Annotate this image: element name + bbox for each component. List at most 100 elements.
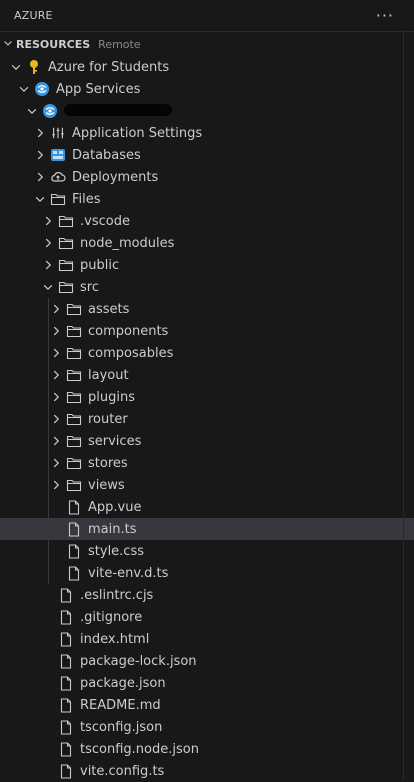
tree-item-label: layout bbox=[88, 367, 129, 383]
tree-file-item[interactable]: App.vue bbox=[0, 496, 414, 518]
folder-icon bbox=[66, 430, 82, 452]
chevron-down-icon[interactable] bbox=[16, 78, 32, 100]
tree-item-label bbox=[64, 103, 172, 120]
redacted-name bbox=[64, 103, 172, 116]
file-icon bbox=[66, 540, 82, 562]
tree-file-item[interactable]: tsconfig.json bbox=[0, 716, 414, 738]
tree-item-label: public bbox=[80, 257, 120, 273]
tree-file-item[interactable]: package-lock.json bbox=[0, 650, 414, 672]
file-icon bbox=[66, 518, 82, 540]
tree-folder-item[interactable]: node_modules bbox=[0, 232, 414, 254]
tree-item[interactable]: App Services bbox=[0, 78, 414, 100]
tree-folder-item[interactable]: views bbox=[0, 474, 414, 496]
tree-folder-item[interactable]: Files bbox=[0, 188, 414, 210]
folder-icon bbox=[58, 210, 74, 232]
panel-title: AZURE bbox=[14, 8, 53, 22]
file-icon bbox=[58, 672, 74, 694]
tree-file-item[interactable]: tsconfig.node.json bbox=[0, 738, 414, 760]
chevron-down-icon[interactable] bbox=[40, 276, 56, 298]
tree-file-item[interactable]: .eslintrc.cjs bbox=[0, 584, 414, 606]
resources-section-header[interactable]: RESOURCES Remote bbox=[0, 31, 414, 56]
azure-panel-header: AZURE ··· bbox=[0, 0, 414, 30]
chevron-right-icon[interactable] bbox=[48, 320, 64, 342]
tree-folder-item[interactable]: stores bbox=[0, 452, 414, 474]
chevron-down-icon[interactable] bbox=[32, 188, 48, 210]
chevron-right-icon[interactable] bbox=[32, 144, 48, 166]
chevron-right-icon[interactable] bbox=[48, 408, 64, 430]
tree-folder-item[interactable]: components bbox=[0, 320, 414, 342]
chevron-right-icon[interactable] bbox=[40, 232, 56, 254]
chevron-right-icon[interactable] bbox=[48, 430, 64, 452]
file-icon bbox=[58, 738, 74, 760]
file-icon bbox=[58, 584, 74, 606]
file-icon bbox=[58, 650, 74, 672]
tree-item-label: .gitignore bbox=[80, 609, 143, 625]
chevron-right-icon[interactable] bbox=[48, 298, 64, 320]
tree-item-label: tsconfig.json bbox=[80, 719, 163, 735]
tree-folder-item[interactable]: src bbox=[0, 276, 414, 298]
file-icon bbox=[66, 496, 82, 518]
scrollbar-track[interactable] bbox=[403, 30, 414, 781]
chevron-down-icon[interactable] bbox=[8, 56, 24, 78]
chevron-right-icon[interactable] bbox=[48, 342, 64, 364]
tree-item-label: Databases bbox=[72, 147, 141, 163]
tree-item[interactable]: Deployments bbox=[0, 166, 414, 188]
chevron-right-icon[interactable] bbox=[48, 386, 64, 408]
tree-item-label: composables bbox=[88, 345, 174, 361]
key-icon bbox=[26, 56, 42, 78]
folder-icon bbox=[58, 254, 74, 276]
chevron-right-icon[interactable] bbox=[48, 452, 64, 474]
tree-folder-item[interactable]: public bbox=[0, 254, 414, 276]
tree-item-label: package.json bbox=[80, 675, 166, 691]
tree-file-item[interactable]: main.ts bbox=[0, 518, 414, 540]
tree-folder-item[interactable]: composables bbox=[0, 342, 414, 364]
tree-file-item[interactable]: vite-env.d.ts bbox=[0, 562, 414, 584]
tree-item-label: style.css bbox=[88, 543, 144, 559]
tree-file-item[interactable]: index.html bbox=[0, 628, 414, 650]
section-title: RESOURCES bbox=[16, 37, 91, 51]
tree-file-item[interactable]: style.css bbox=[0, 540, 414, 562]
tree-file-item[interactable]: vite.config.ts bbox=[0, 760, 414, 782]
tree-folder-item[interactable]: router bbox=[0, 408, 414, 430]
tree-item-label: main.ts bbox=[88, 521, 137, 537]
tree-file-item[interactable]: .gitignore bbox=[0, 606, 414, 628]
resource-tree: Azure for Students App Services Applicatio… bbox=[0, 56, 414, 782]
indent-guide bbox=[48, 298, 49, 584]
tree-file-item[interactable]: README.md bbox=[0, 694, 414, 716]
tree-item-label: App.vue bbox=[88, 499, 142, 515]
more-actions-icon[interactable]: ··· bbox=[376, 6, 394, 25]
tree-file-item[interactable]: package.json bbox=[0, 672, 414, 694]
tree-folder-item[interactable]: layout bbox=[0, 364, 414, 386]
tree-item-label: Deployments bbox=[72, 169, 159, 185]
tree-folder-item[interactable]: services bbox=[0, 430, 414, 452]
section-badge: Remote bbox=[98, 37, 141, 51]
tree-item-label: stores bbox=[88, 455, 128, 471]
tree-folder-item[interactable]: plugins bbox=[0, 386, 414, 408]
tree-item[interactable]: Application Settings bbox=[0, 122, 414, 144]
folder-icon bbox=[58, 232, 74, 254]
tree-item-label: views bbox=[88, 477, 125, 493]
tree-item[interactable]: Databases bbox=[0, 144, 414, 166]
chevron-right-icon[interactable] bbox=[48, 364, 64, 386]
chevron-right-icon[interactable] bbox=[32, 122, 48, 144]
tree-folder-item[interactable]: assets bbox=[0, 298, 414, 320]
tree-item[interactable] bbox=[0, 100, 414, 122]
tree-folder-item[interactable]: .vscode bbox=[0, 210, 414, 232]
tree-item-label: Files bbox=[72, 191, 101, 207]
chevron-down-icon[interactable] bbox=[24, 100, 40, 122]
chevron-right-icon[interactable] bbox=[40, 254, 56, 276]
chevron-right-icon[interactable] bbox=[48, 474, 64, 496]
chevron-right-icon[interactable] bbox=[32, 166, 48, 188]
chevron-right-icon[interactable] bbox=[40, 210, 56, 232]
tree-item-label: services bbox=[88, 433, 142, 449]
tree-item[interactable]: Azure for Students bbox=[0, 56, 414, 78]
app-service-icon bbox=[42, 100, 58, 122]
